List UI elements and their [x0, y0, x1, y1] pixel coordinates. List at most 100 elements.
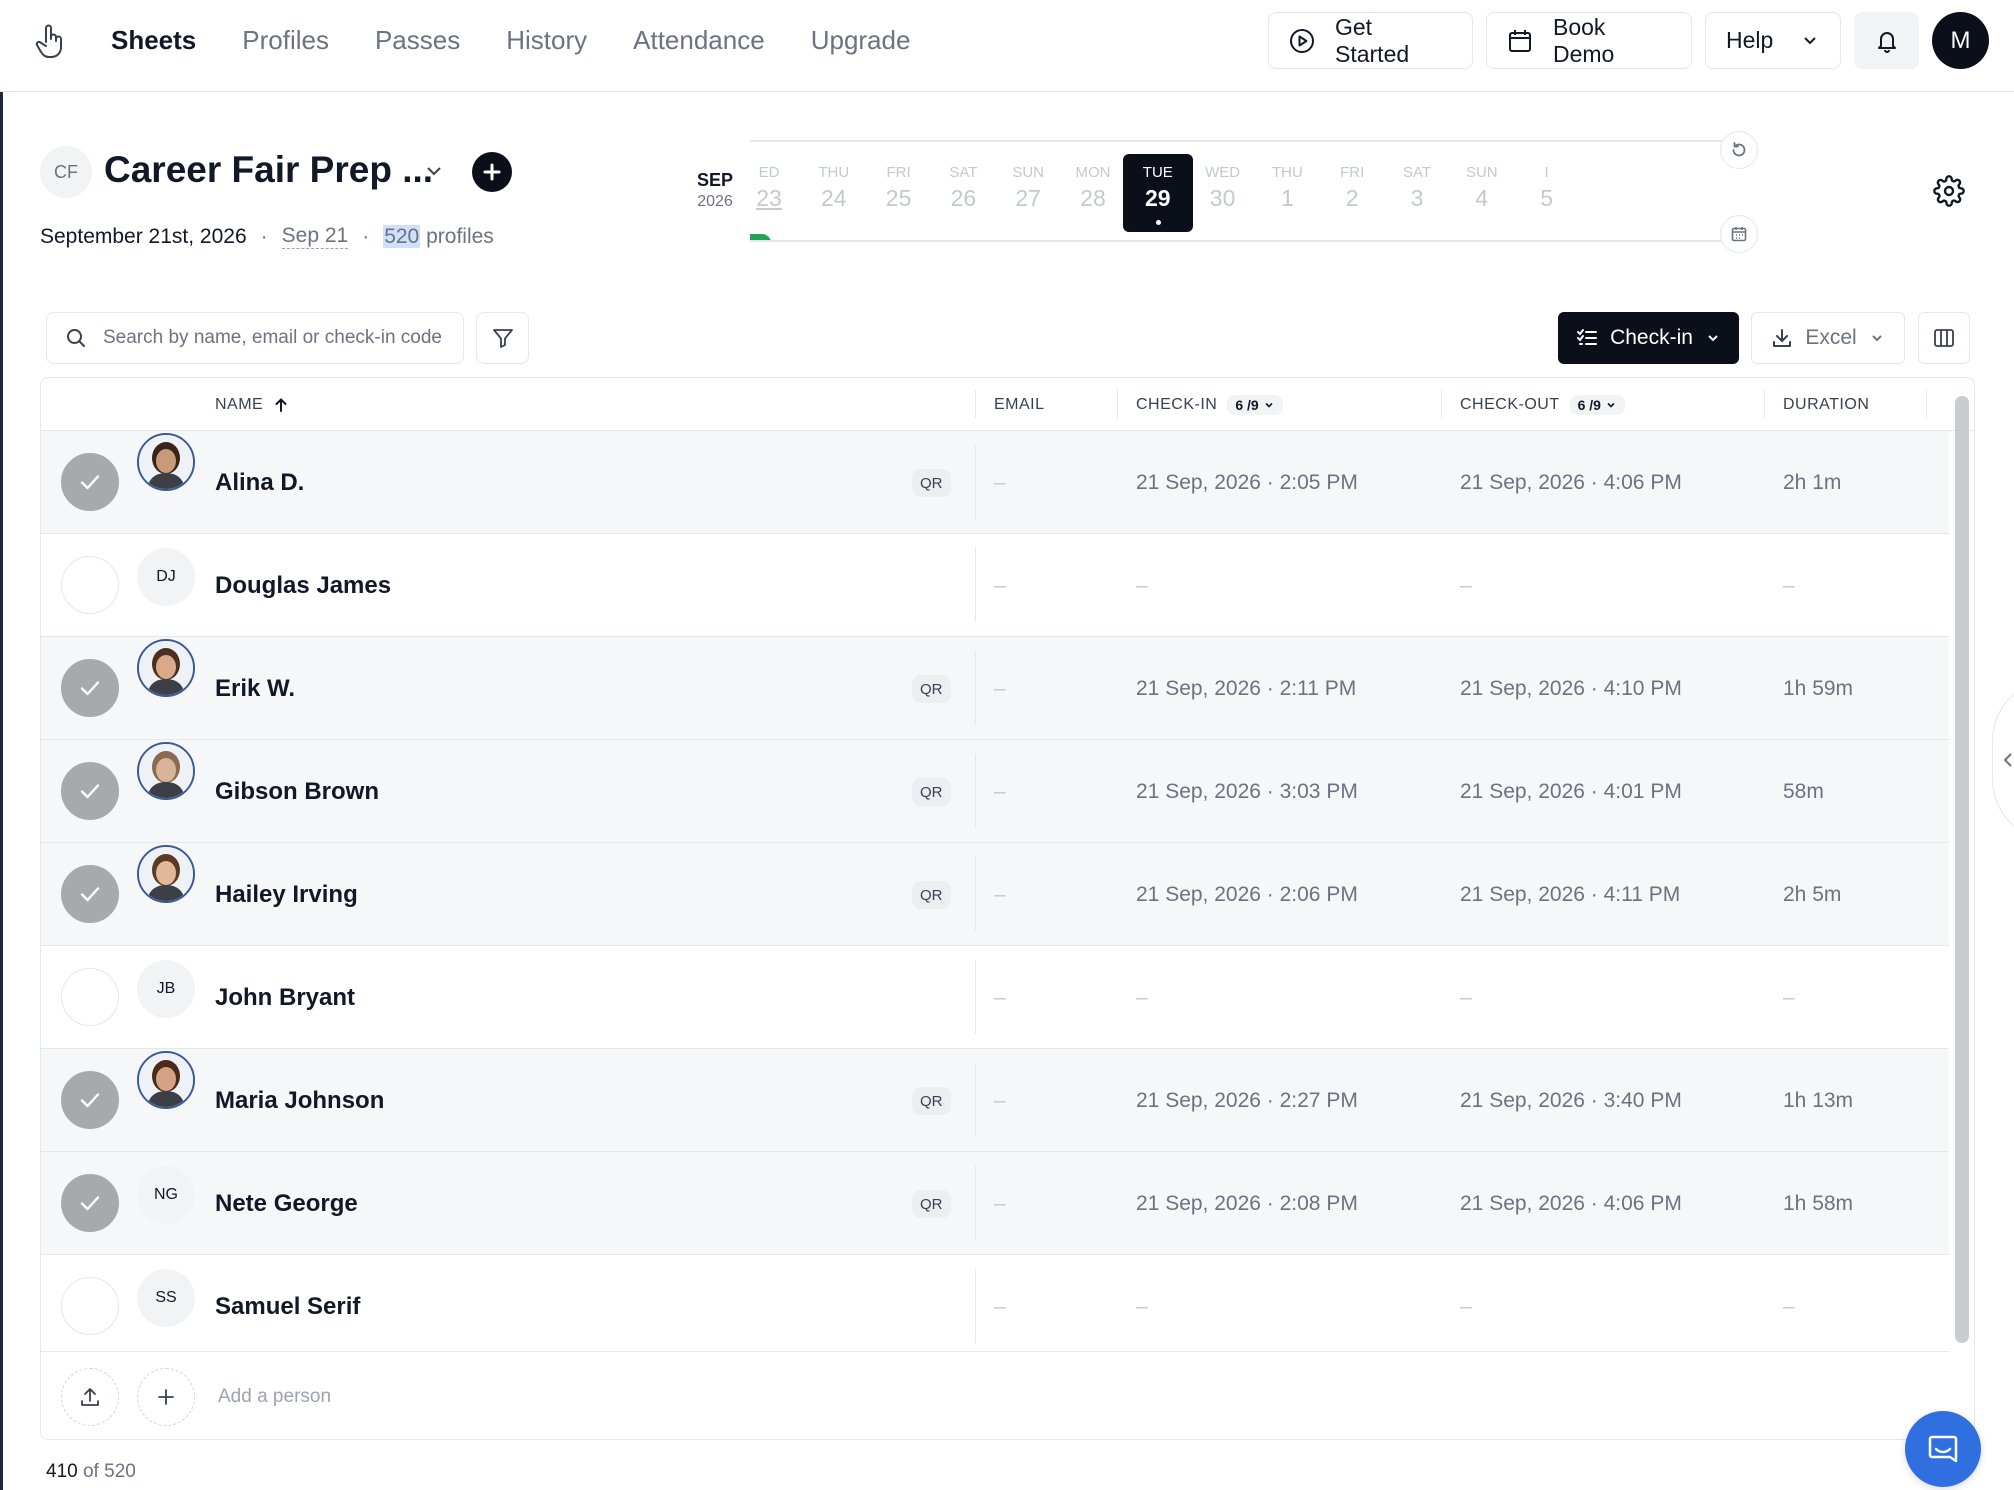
- checkmark-icon: [80, 681, 100, 696]
- checkout-count: 6 /9: [1577, 396, 1601, 413]
- sheet-title[interactable]: Career Fair Prep ...: [104, 149, 433, 191]
- cell-divider: [975, 1063, 976, 1137]
- day-name: THU: [818, 164, 850, 181]
- sheet-date: September 21st, 2026: [40, 224, 247, 248]
- top-navigation: Sheets Profiles Passes History Attendanc…: [0, 0, 2014, 92]
- hand-pointer-icon[interactable]: [34, 22, 66, 60]
- column-duration[interactable]: DURATION: [1783, 378, 1869, 431]
- plus-icon: [158, 1389, 174, 1405]
- reset-date-button[interactable]: [1720, 131, 1758, 169]
- table-row[interactable]: Gibson Brown QR – 21 Sep, 2026 · 3:03 PM 21 …: [41, 740, 1949, 843]
- table-row[interactable]: Maria Johnson QR – 21 Sep, 2026 · 2:27 PM 21…: [41, 1049, 1949, 1152]
- date-day-1[interactable]: THU 24: [799, 154, 869, 232]
- cell-divider: [975, 445, 976, 519]
- checkin-mode-button[interactable]: Check-in: [1558, 312, 1739, 364]
- table-row[interactable]: JB John Bryant – – – –: [41, 946, 1949, 1049]
- table-header: NAME EMAIL CHECK-IN 6 /9 CHECK-OUT 6 /9 …: [41, 378, 1974, 431]
- get-started-button[interactable]: Get Started: [1268, 12, 1473, 69]
- plus-icon: [483, 163, 501, 181]
- nav-profiles[interactable]: Profiles: [242, 25, 329, 56]
- date-day-6[interactable]: TUE 29: [1122, 154, 1193, 232]
- book-demo-button[interactable]: Book Demo: [1486, 12, 1692, 69]
- avatar-photo: [137, 433, 195, 491]
- filter-button[interactable]: [476, 312, 529, 364]
- add-person-input[interactable]: Add a person: [218, 1352, 331, 1439]
- date-day-3[interactable]: SAT 26: [928, 154, 998, 232]
- check-in-toggle[interactable]: [61, 556, 119, 614]
- search-input[interactable]: [103, 327, 463, 349]
- check-in-toggle[interactable]: [61, 1277, 119, 1335]
- checkin-cell: –: [1136, 573, 1148, 597]
- table-row[interactable]: Hailey Irving QR – 21 Sep, 2026 · 2:06 PM 21…: [41, 843, 1949, 946]
- excel-export-button[interactable]: Excel: [1751, 312, 1905, 364]
- nav-upgrade[interactable]: Upgrade: [811, 25, 911, 56]
- duration-cell: 58m: [1783, 779, 1824, 803]
- column-duration-label: DURATION: [1783, 395, 1870, 413]
- checked-in-toggle[interactable]: [61, 1174, 119, 1232]
- checkin-cell: 21 Sep, 2026 · 2:06 PM: [1136, 882, 1358, 906]
- date-day-9[interactable]: FRI 2: [1317, 154, 1387, 232]
- date-day-5[interactable]: MON 28: [1058, 154, 1128, 232]
- checked-in-toggle[interactable]: [61, 453, 119, 511]
- search-box[interactable]: [46, 312, 464, 364]
- nav-history[interactable]: History: [506, 25, 587, 56]
- checkout-cell: 21 Sep, 2026 · 4:01 PM: [1460, 779, 1682, 803]
- add-sheet-button[interactable]: [472, 152, 512, 192]
- table-row[interactable]: Erik W. QR – 21 Sep, 2026 · 2:11 PM 21 Sep, …: [41, 637, 1949, 740]
- date-day-2[interactable]: FRI 25: [864, 154, 934, 232]
- profile-count[interactable]: 520: [383, 224, 421, 248]
- get-started-label: Get Started: [1335, 13, 1410, 67]
- checked-in-toggle[interactable]: [61, 865, 119, 923]
- date-day-12[interactable]: I5: [1512, 154, 1582, 232]
- date-day-0[interactable]: ED 23 day: [750, 154, 804, 240]
- nav-sheets[interactable]: Sheets: [111, 25, 196, 56]
- column-checkin[interactable]: CHECK-IN 6 /9: [1136, 378, 1283, 431]
- date-day-10[interactable]: SAT 3: [1382, 154, 1452, 232]
- scrollbar-thumb[interactable]: [1955, 396, 1969, 1343]
- help-dropdown[interactable]: Help: [1705, 12, 1841, 69]
- filter-icon: [492, 329, 513, 348]
- checkmark-icon: [80, 1093, 100, 1108]
- user-avatar[interactable]: M: [1932, 12, 1989, 69]
- side-panel-toggle[interactable]: [1992, 680, 2014, 840]
- table-row[interactable]: DJ Douglas James – – – –: [41, 534, 1949, 637]
- excel-label: Excel: [1805, 326, 1857, 349]
- notifications-button[interactable]: [1854, 12, 1919, 69]
- checkout-cell: 21 Sep, 2026 · 4:10 PM: [1460, 676, 1682, 700]
- table-row[interactable]: NG Nete George QR – 21 Sep, 2026 · 2:08 PM 21…: [41, 1152, 1949, 1255]
- column-checkout[interactable]: CHECK-OUT 6 /9: [1460, 378, 1625, 431]
- gear-icon[interactable]: [1933, 175, 1965, 207]
- avatar-initials: DJ: [156, 568, 176, 585]
- check-in-toggle[interactable]: [61, 968, 119, 1026]
- checkout-count-pill[interactable]: 6 /9: [1569, 394, 1625, 415]
- chevron-down-icon[interactable]: [423, 160, 445, 182]
- date-day-4[interactable]: SUN 27: [993, 154, 1063, 232]
- calendar-picker-button[interactable]: [1720, 215, 1758, 253]
- add-person-plus-button[interactable]: [137, 1368, 195, 1426]
- checked-in-toggle[interactable]: [61, 659, 119, 717]
- nav-passes[interactable]: Passes: [375, 25, 460, 56]
- chat-support-button[interactable]: [1905, 1411, 1981, 1487]
- person-name: Samuel Serif: [215, 1292, 361, 1320]
- email-cell: –: [994, 676, 1006, 700]
- avatar-photo: [137, 639, 195, 697]
- sheet-date-link[interactable]: Sep 21: [281, 224, 349, 249]
- date-day-11[interactable]: SUN 4: [1447, 154, 1517, 232]
- date-day-8[interactable]: THU 1: [1252, 154, 1322, 232]
- day-number: 4: [1475, 185, 1489, 211]
- column-email[interactable]: EMAIL: [994, 378, 1045, 431]
- checkin-count-pill[interactable]: 6 /9: [1227, 394, 1283, 415]
- nav-attendance[interactable]: Attendance: [633, 25, 765, 56]
- column-name-label: NAME: [215, 395, 264, 413]
- columns-toggle-button[interactable]: [1918, 312, 1970, 364]
- checked-in-toggle[interactable]: [61, 1071, 119, 1129]
- cell-divider: [975, 1166, 976, 1240]
- table-row[interactable]: Alina D. QR – 21 Sep, 2026 · 2:05 PM 21 Sep,…: [41, 431, 1949, 534]
- column-name[interactable]: NAME: [215, 378, 289, 431]
- profiles-label: profiles: [426, 224, 494, 248]
- import-button[interactable]: [61, 1368, 119, 1426]
- date-day-7[interactable]: WED 30: [1188, 154, 1258, 232]
- table-row[interactable]: SS Samuel Serif – – – –: [41, 1255, 1949, 1358]
- checked-in-toggle[interactable]: [61, 762, 119, 820]
- person-photo-icon: [139, 744, 193, 798]
